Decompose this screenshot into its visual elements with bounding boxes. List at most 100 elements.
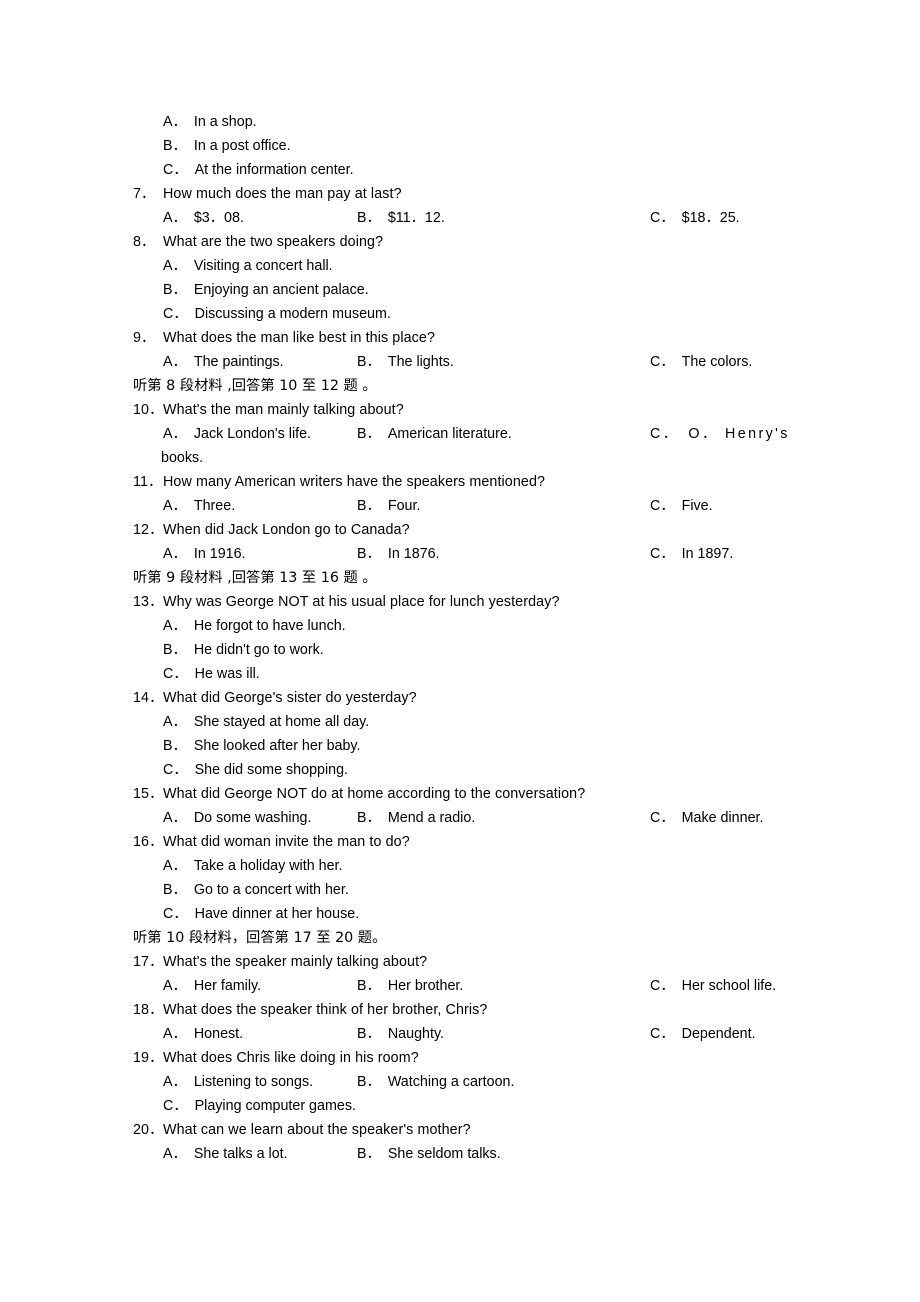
option-q17-c: C． Her school life. xyxy=(650,974,776,998)
option-label-c: C． xyxy=(163,1098,188,1114)
option-q9-b: B． The lights. xyxy=(357,350,454,374)
option-text: Do some washing. xyxy=(193,810,312,826)
option-q11-c: C． Five. xyxy=(650,494,713,518)
question-number: 20． xyxy=(133,1122,164,1138)
option-label-c: C． xyxy=(163,306,188,322)
option-label-b: B． xyxy=(163,642,187,658)
question-text: What did woman invite the man to do? xyxy=(163,834,410,850)
option-row-q6-b: B． In a post office. xyxy=(133,134,820,158)
option-row-q15: A． Do some washing. B． Mend a radio. C． Mak… xyxy=(133,806,820,830)
question-number: 8． xyxy=(133,234,156,250)
question-stem-10: 10． What's the man mainly talking about? xyxy=(133,398,820,422)
option-label-a: A． xyxy=(163,426,187,442)
option-label-a: A． xyxy=(163,810,187,826)
option-text: Jack London's life. xyxy=(193,426,312,442)
option-label-a: A． xyxy=(163,978,187,994)
question-text: What does the speaker think of her broth… xyxy=(163,1002,488,1018)
question-number: 13． xyxy=(133,594,164,610)
option-label-b: B． xyxy=(357,810,381,826)
option-q15-c: C． Make dinner. xyxy=(650,806,763,830)
option-label-a: A． xyxy=(163,1074,187,1090)
option-row-q18: A． Honest. B． Naughty. C． Dependent. xyxy=(133,1022,820,1046)
option-text: She did some shopping. xyxy=(194,762,349,778)
question-text: What did George NOT do at home according… xyxy=(163,786,586,802)
question-number: 10． xyxy=(133,402,164,418)
option-row-q13-c: C． He was ill. xyxy=(133,662,820,686)
option-label-a: A． xyxy=(163,546,187,562)
option-text: She looked after her baby. xyxy=(193,738,361,754)
option-row-q10: A． Jack London's life. B． American literat… xyxy=(133,422,820,446)
option-row-q20: A． She talks a lot. B． She seldom talks. xyxy=(133,1142,820,1166)
option-label-a: A． xyxy=(163,210,187,226)
option-label-c: C． xyxy=(650,426,680,442)
option-text: Make dinner. xyxy=(681,810,764,826)
option-q18-c: C． Dependent. xyxy=(650,1022,756,1046)
option-q15-b: B． Mend a radio. xyxy=(357,806,475,830)
option-q17-a: A． Her family. xyxy=(163,974,261,998)
option-label-a: A． xyxy=(163,114,187,130)
question-number: 9． xyxy=(133,330,156,346)
option-text: She seldom talks. xyxy=(387,1146,501,1162)
option-q18-a: A． Honest. xyxy=(163,1022,243,1046)
option-text: She stayed at home all day. xyxy=(193,714,370,730)
option-text: The lights. xyxy=(387,354,454,370)
question-stem-11: 11． How many American writers have the s… xyxy=(133,470,820,494)
option-text: Her brother. xyxy=(387,978,464,994)
option-label-a: A． xyxy=(163,858,187,874)
question-number: 11． xyxy=(133,474,163,490)
option-text: Her family. xyxy=(193,978,262,994)
option-q20-a: A． She talks a lot. xyxy=(163,1142,288,1166)
option-text: Mend a radio. xyxy=(387,810,476,826)
question-text: What does the man like best in this plac… xyxy=(163,330,436,346)
question-stem-16: 16． What did woman invite the man to do? xyxy=(133,830,820,854)
option-label-b: B． xyxy=(357,978,381,994)
option-label-b: B． xyxy=(357,546,381,562)
option-text: Her school life. xyxy=(681,978,777,994)
question-number: 19． xyxy=(133,1050,164,1066)
option-q11-a: A． Three. xyxy=(163,494,235,518)
option-text: O． Henry's xyxy=(688,426,790,442)
option-label-b: B． xyxy=(357,1146,381,1162)
option-label-a: A． xyxy=(163,258,187,274)
option-label-c: C． xyxy=(650,498,675,514)
question-text: What's the man mainly talking about? xyxy=(163,402,404,418)
option-label-b: B． xyxy=(163,282,187,298)
option-text: Visiting a concert hall. xyxy=(193,258,333,274)
option-text: He didn't go to work. xyxy=(193,642,324,658)
option-text: American literature. xyxy=(387,426,512,442)
option-q20-b: B． She seldom talks. xyxy=(357,1142,501,1166)
option-text: In 1897. xyxy=(681,546,734,562)
option-q12-a: A． In 1916. xyxy=(163,542,246,566)
option-row-q13-a: A． He forgot to have lunch. xyxy=(133,614,820,638)
option-label-c: C． xyxy=(650,978,675,994)
option-label-b: B． xyxy=(357,498,381,514)
option-q10-c: C． O． Henry's xyxy=(650,422,790,446)
option-row-q6-c: C． At the information center. xyxy=(133,158,820,182)
question-text: What does Chris like doing in his room? xyxy=(163,1050,419,1066)
question-number: 17． xyxy=(133,954,164,970)
question-number: 18． xyxy=(133,1002,164,1018)
question-stem-15: 15． What did George NOT do at home accor… xyxy=(133,782,820,806)
question-stem-13: 13． Why was George NOT at his usual plac… xyxy=(133,590,820,614)
question-text: What's the speaker mainly talking about? xyxy=(163,954,428,970)
option-row-q16-b: B． Go to a concert with her. xyxy=(133,878,820,902)
question-text: Why was George NOT at his usual place fo… xyxy=(163,594,560,610)
option-label-c: C． xyxy=(163,162,188,178)
option-row-q8-a: A． Visiting a concert hall. xyxy=(133,254,820,278)
question-text: What can we learn about the speaker's mo… xyxy=(163,1122,471,1138)
option-text: In a shop. xyxy=(193,114,257,130)
question-stem-20: 20． What can we learn about the speaker'… xyxy=(133,1118,820,1142)
listening-instruction-passage-8: 听第 8 段材料 ,回答第 10 至 12 题 。 xyxy=(133,378,377,394)
question-number: 16． xyxy=(133,834,164,850)
option-row-q14-a: A． She stayed at home all day. xyxy=(133,710,820,734)
option-q17-b: B． Her brother. xyxy=(357,974,463,998)
option-label-c: C． xyxy=(650,810,675,826)
option-row-q14-b: B． She looked after her baby. xyxy=(133,734,820,758)
option-row-q7: A． $3．08. B． $11．12. C． $18．25. xyxy=(133,206,820,230)
option-q9-c: C． The colors. xyxy=(650,350,752,374)
question-text: When did Jack London go to Canada? xyxy=(163,522,410,538)
option-label-b: B． xyxy=(357,354,381,370)
option-q7-b: B． $11．12. xyxy=(357,206,445,230)
option-row-q19: A． Listening to songs. B． Watching a carto… xyxy=(133,1070,820,1094)
option-q18-b: B． Naughty. xyxy=(357,1022,444,1046)
